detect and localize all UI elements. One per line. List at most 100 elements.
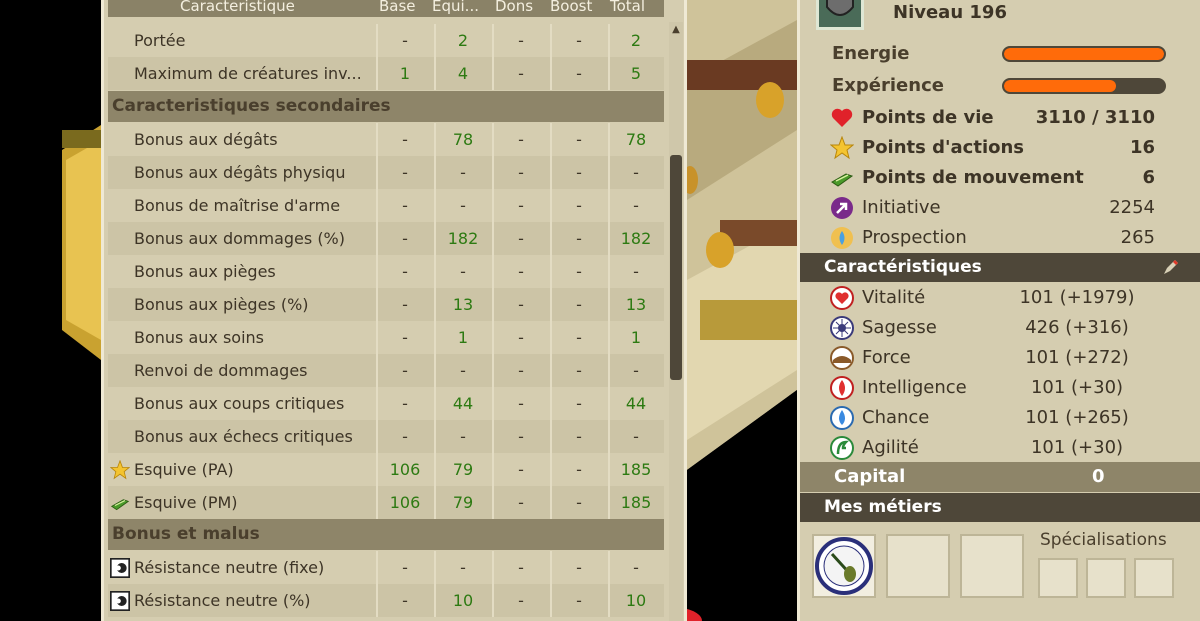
vital-row: Points d'actions 16 (829, 134, 1160, 162)
intelligence-icon (830, 376, 854, 400)
vital-label: Initiative (862, 197, 941, 218)
table-row[interactable]: Esquive (PA) 106 79 - - 185 (108, 453, 664, 486)
stat-dons: - (518, 31, 524, 50)
carac-row[interactable]: Sagesse 426 (+316) (830, 314, 1160, 342)
table-row[interactable]: Bonus de maîtrise d'arme - - - - - (108, 189, 664, 222)
stat-total: - (633, 163, 639, 182)
stat-equip: 13 (452, 295, 474, 314)
capital-label: Capital (834, 466, 906, 487)
vital-value: 265 (1120, 227, 1155, 248)
table-row[interactable]: Maximum de créatures inv... 1 4 - - 5 (108, 57, 664, 90)
stat-equip: 79 (452, 460, 474, 479)
vital-row: Initiative 2254 (830, 194, 1160, 222)
job-slot-3[interactable] (960, 534, 1024, 598)
stat-equip: - (460, 262, 466, 281)
stat-base: - (402, 328, 408, 347)
stat-boost: - (576, 328, 582, 347)
table-row[interactable]: Bonus aux coups critiques - 44 - - 44 (108, 387, 664, 420)
table-row[interactable]: Bonus aux pièges (%) - 13 - - 13 (108, 288, 664, 321)
carac-row[interactable]: Vitalité 101 (+1979) (830, 284, 1160, 312)
carac-value: 101 (+272) (1025, 347, 1129, 368)
carac-label: Vitalité (862, 287, 926, 308)
stat-base: - (402, 558, 408, 577)
stat-dons: - (518, 361, 524, 380)
carac-value: 426 (+316) (1025, 317, 1129, 338)
job-slot-1[interactable] (812, 534, 876, 598)
table-row[interactable]: Bonus aux dégâts physiqu - - - - - (108, 156, 664, 189)
stat-dons: - (518, 295, 524, 314)
specialisation-slot-2[interactable] (1086, 558, 1126, 598)
carac-row[interactable]: Force 101 (+272) (830, 344, 1160, 372)
vital-label: Points d'actions (862, 137, 1025, 158)
stat-total: - (633, 361, 639, 380)
stat-base: - (402, 196, 408, 215)
stat-equip: - (460, 427, 466, 446)
stat-total: - (633, 558, 639, 577)
carac-label: Agilité (862, 437, 919, 458)
section-bonus-header: Bonus et malus (108, 519, 664, 550)
table-row[interactable]: Bonus aux échecs critiques - - - - - (108, 420, 664, 453)
vital-row: Prospection 265 (830, 224, 1160, 252)
section-secondary-header: Caracteristiques secondaires (108, 91, 664, 122)
table-row[interactable]: Bonus aux dommages (%) - 182 - - 182 (108, 222, 664, 255)
strength-icon (830, 346, 854, 370)
table-row[interactable]: Bonus aux dégâts - 78 - - 78 (108, 123, 664, 156)
mes-metiers-header: Mes métiers (800, 493, 1200, 522)
carac-row[interactable]: Agilité 101 (+30) (830, 434, 1160, 462)
job-slot-2[interactable] (886, 534, 950, 598)
table-row[interactable]: Résistance neutre (fixe) - - - - - (108, 551, 664, 584)
table-row[interactable]: Résistance neutre (%) - 10 - - 10 (108, 584, 664, 617)
table-row[interactable]: Esquive (PM) 106 79 - - 185 (108, 486, 664, 519)
job-emblem-icon (815, 537, 873, 595)
stat-boost: - (576, 427, 582, 446)
stat-base: - (402, 394, 408, 413)
stat-total: 44 (625, 394, 647, 413)
stat-boost: - (576, 229, 582, 248)
stat-name: Bonus aux soins (134, 328, 265, 347)
table-row[interactable]: Bonus aux soins - 1 - - 1 (108, 321, 664, 354)
table-row[interactable]: Renvoi de dommages - - - - - (108, 354, 664, 387)
stat-name: Bonus aux dégâts physiqu (134, 163, 346, 182)
stat-total: 185 (620, 493, 652, 512)
vital-value: 6 (1142, 167, 1155, 188)
carac-row[interactable]: Intelligence 101 (+30) (830, 374, 1160, 402)
stat-dons: - (518, 163, 524, 182)
capital-value: 0 (1092, 466, 1105, 487)
stat-base: - (402, 130, 408, 149)
stat-equip: 78 (452, 130, 474, 149)
stat-dons: - (518, 262, 524, 281)
table-row[interactable]: Portée - 2 - - 2 (108, 24, 664, 57)
stat-base: 106 (389, 493, 421, 512)
heart-icon (830, 106, 854, 130)
caracteristiques-title: Caractéristiques (824, 257, 982, 277)
stat-dons: - (518, 394, 524, 413)
stat-equip: 10 (452, 591, 474, 610)
stat-name: Portée (134, 31, 186, 50)
stat-name: Bonus aux dégâts (134, 130, 278, 149)
stat-boost: - (576, 262, 582, 281)
scroll-up-arrow-icon[interactable]: ▲ (669, 22, 683, 38)
stats-scrollbar[interactable]: ▲ (669, 22, 683, 621)
specialisation-slot-3[interactable] (1134, 558, 1174, 598)
stat-boost: - (576, 460, 582, 479)
stat-base: - (402, 591, 408, 610)
stat-boost: - (576, 361, 582, 380)
edit-pen-icon[interactable] (1161, 257, 1181, 277)
stat-equip: 1 (457, 328, 469, 347)
stat-name: Bonus de maîtrise d'arme (134, 196, 341, 215)
carac-row[interactable]: Chance 101 (+265) (830, 404, 1160, 432)
stat-name: Résistance neutre (fixe) (134, 558, 325, 577)
experience-bar (1002, 78, 1166, 94)
stat-boost: - (576, 493, 582, 512)
specialisation-slot-1[interactable] (1038, 558, 1078, 598)
vital-row: Points de mouvement 6 (830, 164, 1160, 192)
header-dons: Dons (495, 0, 534, 15)
chance-icon (830, 406, 854, 430)
carac-value: 101 (+30) (1030, 437, 1124, 458)
table-row[interactable]: Bonus aux pièges - - - - - (108, 255, 664, 288)
capital-row: Capital 0 (800, 462, 1200, 492)
stat-total: 10 (625, 591, 647, 610)
vital-label: Points de vie (862, 107, 994, 128)
stat-dons: - (518, 328, 524, 347)
scroll-thumb[interactable] (670, 155, 682, 380)
